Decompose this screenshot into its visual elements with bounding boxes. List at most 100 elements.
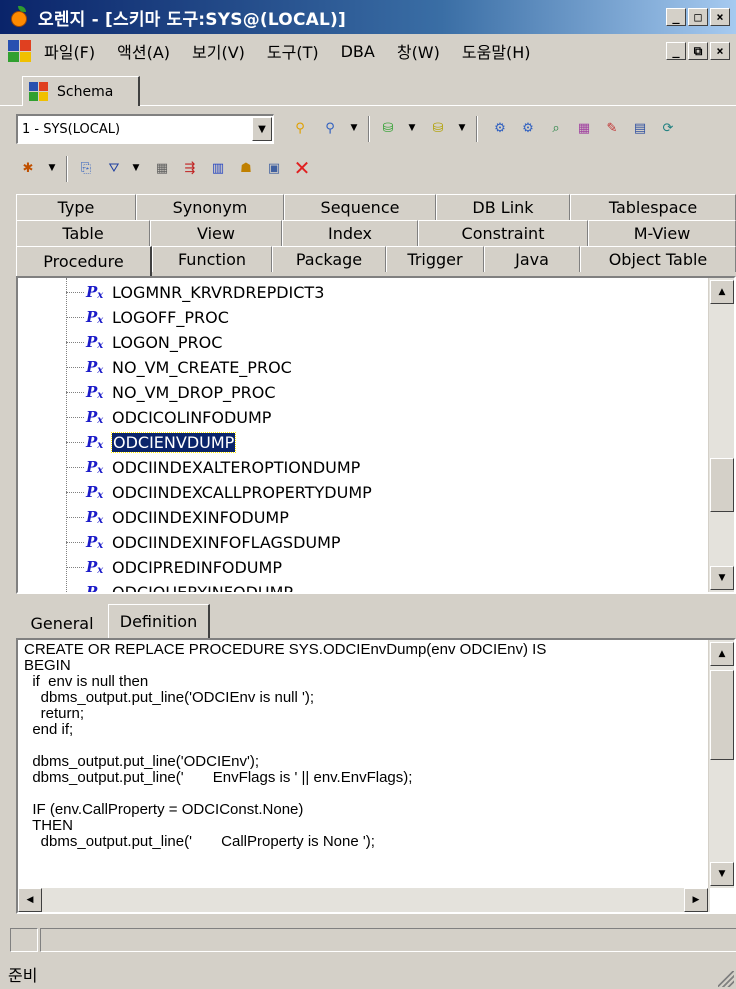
code-vertical-scrollbar[interactable]: ▲ ▼	[708, 640, 734, 888]
tab-index[interactable]: Index	[282, 220, 418, 246]
tree-item[interactable]: Px LOGON_PROC	[86, 330, 222, 354]
refresh-icon[interactable]: ⟳	[656, 116, 680, 140]
tab-function[interactable]: Function	[152, 246, 272, 272]
tab-m-view[interactable]: M-View	[588, 220, 736, 246]
drop-object-icon[interactable]: ✕	[290, 156, 314, 180]
tab-java[interactable]: Java	[484, 246, 580, 272]
tree-item-label: ODCICOLINFODUMP	[112, 407, 272, 427]
doc-restore-button[interactable]: ⧉	[688, 42, 708, 60]
sql-icon[interactable]: ⚙	[488, 116, 512, 140]
scroll-down-icon[interactable]: ▼	[710, 566, 734, 590]
chevron-down-icon[interactable]: ▼	[252, 117, 272, 141]
tab-tablespace[interactable]: Tablespace	[570, 194, 736, 220]
tree-item[interactable]: Px ODCIINDEXALTEROPTIONDUMP	[86, 455, 360, 479]
schema-select[interactable]: 1 - SYS(LOCAL) ▼	[16, 114, 274, 144]
tab-object-table[interactable]: Object Table	[580, 246, 736, 272]
report-icon[interactable]: ▤	[628, 116, 652, 140]
tab-sequence[interactable]: Sequence	[284, 194, 436, 220]
tree-vertical-scrollbar[interactable]: ▲ ▼	[708, 278, 734, 592]
maximize-button[interactable]: □	[688, 8, 708, 26]
tab-package[interactable]: Package	[272, 246, 386, 272]
tree-connector-line	[66, 417, 84, 418]
tab-schema[interactable]: Schema	[22, 76, 140, 106]
resize-grip-icon[interactable]	[718, 971, 734, 987]
tree-item[interactable]: Px ODCIQUERYINFODUMP	[86, 580, 293, 593]
filter-icon[interactable]: ⚲	[288, 116, 312, 140]
menu-tools[interactable]: 도구(T)	[267, 39, 319, 63]
tree-item-label: LOGMNR_KRVRDREPDICT3	[112, 282, 325, 302]
tree-connector-line	[66, 292, 84, 293]
tree-connector-line	[66, 367, 84, 368]
export-dropdown-icon[interactable]: ▼	[450, 116, 474, 140]
new-object-dropdown-icon[interactable]: ▼	[40, 156, 64, 180]
filter-objects-dropdown-icon[interactable]: ▼	[124, 156, 148, 180]
tree-item[interactable]: Px ODCIENVDUMP	[86, 430, 237, 454]
tree-item-label: ODCIINDEXCALLPROPERTYDUMP	[112, 482, 372, 502]
schema-select-value: 1 - SYS(LOCAL)	[22, 122, 121, 137]
compile-icon[interactable]: ✎	[600, 116, 624, 140]
scroll-down-icon[interactable]: ▼	[710, 862, 734, 886]
document-window-icon[interactable]	[8, 40, 32, 62]
doc-close-button[interactable]: ×	[710, 42, 730, 60]
procedure-tree[interactable]: Px LOGMNR_KRVRDREPDICT3 Px LOGOFF_PROC Px LOG…	[16, 276, 736, 594]
scroll-thumb[interactable]	[710, 458, 734, 512]
orange-app-icon[interactable]	[8, 6, 30, 28]
filter-dropdown-icon[interactable]: ▼	[342, 116, 366, 140]
table-data-icon[interactable]: ▥	[206, 156, 230, 180]
tree-item[interactable]: Px ODCIPREDINFODUMP	[86, 555, 282, 579]
scroll-left-icon[interactable]: ◀	[18, 888, 42, 912]
menu-dba[interactable]: DBA	[341, 42, 375, 61]
script-icon[interactable]: ⇶	[178, 156, 202, 180]
describe-icon[interactable]: ▦	[150, 156, 174, 180]
tree-item[interactable]: Px ODCIINDEXINFODUMP	[86, 505, 289, 529]
properties-icon[interactable]: ▣	[262, 156, 286, 180]
code-horizontal-scrollbar[interactable]: ◀ ▶	[18, 888, 710, 912]
find-icon[interactable]: ⌕	[544, 116, 568, 140]
grid-icon[interactable]: ▦	[572, 116, 596, 140]
tree-item[interactable]: Px NO_VM_CREATE_PROC	[86, 355, 292, 379]
tab-synonym[interactable]: Synonym	[136, 194, 284, 220]
tab-table[interactable]: Table	[16, 220, 150, 246]
menu-file[interactable]: 파일(F)	[44, 39, 95, 63]
tree-item[interactable]: Px LOGMNR_KRVRDREPDICT3	[86, 280, 324, 304]
menu-view[interactable]: 보기(V)	[192, 39, 245, 63]
tab-schema-label: Schema	[57, 83, 114, 100]
database-export-icon[interactable]: ⛁	[426, 116, 450, 140]
tab-procedure[interactable]: Procedure	[16, 246, 152, 276]
tab-definition[interactable]: Definition	[108, 604, 210, 638]
scroll-up-icon[interactable]: ▲	[710, 642, 734, 666]
sql-compare-icon[interactable]: ⚙	[516, 116, 540, 140]
procedure-icon: Px	[86, 533, 104, 551]
tab-trigger[interactable]: Trigger	[386, 246, 484, 272]
tree-item[interactable]: Px ODCIINDEXINFOFLAGSDUMP	[86, 530, 341, 554]
tab-view[interactable]: View	[150, 220, 282, 246]
new-object-icon[interactable]: ✱	[16, 156, 40, 180]
scroll-up-icon[interactable]: ▲	[710, 280, 734, 304]
tree-item[interactable]: Px NO_VM_DROP_PROC	[86, 380, 276, 404]
tree-item[interactable]: Px ODCICOLINFODUMP	[86, 405, 271, 429]
minimize-button[interactable]: _	[666, 8, 686, 26]
scroll-right-icon[interactable]: ▶	[684, 888, 708, 912]
tree-item[interactable]: Px LOGOFF_PROC	[86, 305, 229, 329]
procedure-source-text[interactable]: CREATE OR REPLACE PROCEDURE SYS.ODCIEnvD…	[24, 642, 704, 850]
menu-action[interactable]: 액션(A)	[117, 39, 170, 63]
tab-constraint[interactable]: Constraint	[418, 220, 588, 246]
tree-connector-line	[66, 442, 84, 443]
privileges-icon[interactable]: ☗	[234, 156, 258, 180]
database-icon[interactable]: ⛁	[376, 116, 400, 140]
tab-type[interactable]: Type	[16, 194, 136, 220]
tree-item[interactable]: Px ODCIINDEXCALLPROPERTYDUMP	[86, 480, 372, 504]
filter-options-icon[interactable]: ⚲	[318, 116, 342, 140]
definition-editor[interactable]: CREATE OR REPLACE PROCEDURE SYS.ODCIEnvD…	[16, 638, 736, 914]
tab-db-link[interactable]: DB Link	[436, 194, 570, 220]
database-dropdown-icon[interactable]: ▼	[400, 116, 424, 140]
scroll-thumb[interactable]	[710, 670, 734, 760]
menu-help[interactable]: 도움말(H)	[462, 39, 531, 63]
edit-object-icon[interactable]: ⎘	[74, 156, 98, 180]
tab-general[interactable]: General	[20, 608, 104, 638]
close-button[interactable]: ×	[710, 8, 730, 26]
menu-window[interactable]: 창(W)	[397, 39, 440, 63]
procedure-icon: Px	[86, 383, 104, 401]
doc-minimize-button[interactable]: _	[666, 42, 686, 60]
filter-objects-icon[interactable]: ⛛	[102, 156, 126, 180]
